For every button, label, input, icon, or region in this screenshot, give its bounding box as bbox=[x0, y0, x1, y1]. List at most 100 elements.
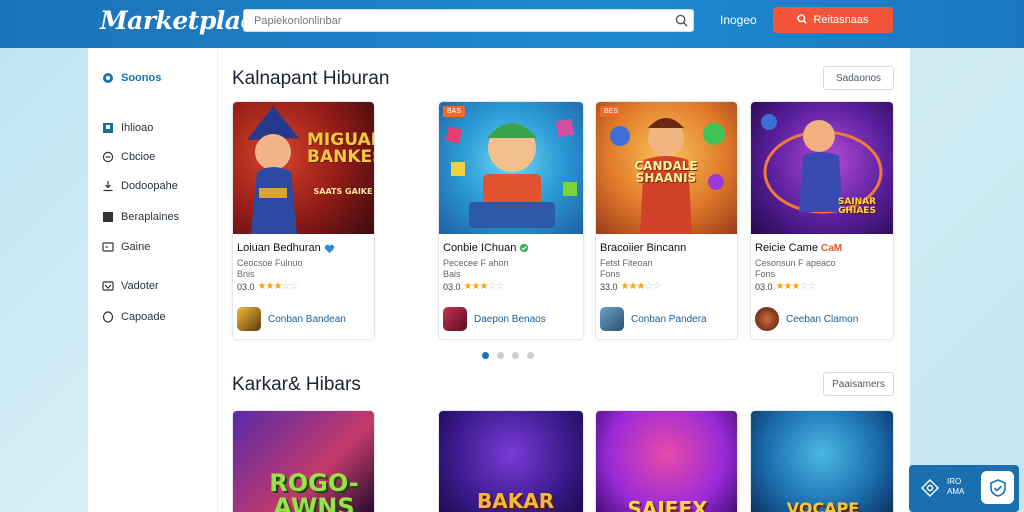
rating-value: 03.0 bbox=[755, 281, 773, 292]
card-subtitle: Ceocsoe Fulnuo bbox=[237, 258, 303, 268]
thumbnail-title: VOCAPE bbox=[786, 499, 860, 512]
section-title: Karkar& Hibars bbox=[232, 374, 361, 395]
star-rating-icon: ★★★☆☆ bbox=[463, 281, 505, 292]
search-icon bbox=[797, 13, 808, 27]
download-icon bbox=[103, 181, 113, 192]
game-card[interactable]: BAS Conbie IChuan Pececee F ahon Bais 03… bbox=[438, 101, 584, 340]
sidebar-item-beraplaines[interactable]: Beraplaines bbox=[102, 211, 179, 223]
card-tag: Bnis bbox=[237, 269, 255, 279]
search-input[interactable] bbox=[244, 10, 669, 31]
game-thumbnail: BES CANDALE SHAANIS bbox=[596, 102, 737, 234]
card-rating: 03.0 ★★★☆☆ bbox=[237, 281, 299, 292]
card-title-row: Reicie Came CaM bbox=[755, 242, 842, 254]
thumbnail-title: SAINAR GHIAES bbox=[837, 197, 877, 216]
carousel-dot[interactable] bbox=[482, 352, 489, 359]
card-rating: 03.0 ★★★☆☆ bbox=[443, 281, 505, 292]
card-subtitle: Cesonsun F apeaco bbox=[755, 258, 836, 268]
star-rating-icon: ★★★☆☆ bbox=[775, 281, 817, 292]
carousel-dot[interactable] bbox=[512, 352, 519, 359]
star-rating-icon: ★★★☆☆ bbox=[620, 281, 662, 292]
new-badge: BES bbox=[600, 106, 623, 117]
game-card[interactable]: BAKAR bbox=[438, 410, 584, 512]
game-card[interactable]: SAINAR GHIAES Reicie Came CaM Cesonsun F… bbox=[750, 101, 894, 340]
thumbnail-title: SAIFEX bbox=[627, 497, 708, 512]
card-rating: 33.0 ★★★☆☆ bbox=[600, 281, 662, 292]
developer-name: Conban Pandera bbox=[631, 313, 707, 325]
sidebar-item-ihlioao[interactable]: Ihlioao bbox=[102, 122, 153, 134]
developer-row[interactable]: Ceeban Clamon bbox=[755, 307, 858, 331]
clock-icon bbox=[102, 151, 114, 163]
developer-row[interactable]: Conban Pandera bbox=[600, 307, 707, 331]
carousel-dot[interactable] bbox=[527, 352, 534, 359]
sidebar-item-label: Soonos bbox=[121, 72, 162, 84]
developer-name: Ceeban Clamon bbox=[786, 313, 859, 325]
game-thumbnail: MIGUAL BANKES SAATS GAIKE bbox=[233, 102, 374, 234]
see-all-button[interactable]: Paaisamers bbox=[823, 372, 894, 396]
see-all-button[interactable]: Sadaonos bbox=[823, 66, 894, 90]
card-title-row: Conbie IChuan bbox=[443, 242, 529, 254]
search-bar[interactable] bbox=[243, 9, 694, 32]
sidebar-item-cbcioe[interactable]: Cbcioe bbox=[102, 151, 155, 163]
sidebar-item-label: Ihlioao bbox=[121, 122, 154, 134]
top-bar: Marketplace Inogeo Reitasnaas bbox=[0, 0, 1024, 48]
section-title: Kalnapant Hiburan bbox=[232, 68, 390, 89]
top-nav-link[interactable]: Inogeo bbox=[720, 13, 757, 27]
star-rating-icon: ★★★☆☆ bbox=[257, 281, 299, 292]
game-card[interactable]: SAIFEX bbox=[595, 410, 738, 512]
gamepad-icon bbox=[102, 242, 114, 252]
circle-dot-icon bbox=[103, 73, 113, 83]
chat-widget[interactable]: IRO AMA bbox=[909, 465, 1019, 512]
game-thumbnail: BAS bbox=[439, 102, 583, 234]
card-tag: Fons bbox=[755, 269, 776, 279]
square-icon bbox=[103, 212, 113, 222]
ring-icon bbox=[102, 311, 114, 323]
developer-row[interactable]: Daepon Benaos bbox=[443, 307, 546, 331]
card-subtitle: Fetst Fiteoan bbox=[600, 258, 653, 268]
rating-value: 03.0 bbox=[443, 281, 461, 292]
thumbnail-title: BAKAR bbox=[477, 489, 555, 512]
cta-label: Reitasnaas bbox=[813, 14, 869, 26]
sidebar-item-label: Beraplaines bbox=[121, 211, 180, 223]
primary-cta-button[interactable]: Reitasnaas bbox=[773, 7, 893, 33]
character-art bbox=[247, 106, 299, 234]
developer-row[interactable]: Conban Bandean bbox=[237, 307, 346, 331]
verified-icon bbox=[520, 243, 529, 253]
carousel-dot[interactable] bbox=[497, 352, 504, 359]
thumbnail-title: MIGUAL BANKES bbox=[307, 130, 374, 167]
developer-avatar bbox=[237, 307, 261, 331]
game-card[interactable]: BES CANDALE SHAANIS Bracoiier Bincann Fe… bbox=[595, 101, 738, 340]
chat-open-button[interactable] bbox=[981, 471, 1014, 504]
sidebar-item-vadoter[interactable]: Vadoter bbox=[102, 280, 159, 292]
card-title-row: Bracoiier Bincann bbox=[600, 242, 686, 254]
card-tag: Fons bbox=[600, 269, 621, 279]
carousel-dots bbox=[482, 352, 534, 359]
sidebar-item-gaine[interactable]: Gaine bbox=[102, 241, 150, 253]
sidebar-item-dodoopahe[interactable]: Dodoopahe bbox=[102, 180, 178, 192]
card-subtitle: Pececee F ahon bbox=[443, 258, 509, 268]
verified-icon bbox=[324, 244, 334, 253]
card-title: Bracoiier Bincann bbox=[600, 242, 687, 254]
chat-label-bottom: AMA bbox=[947, 486, 965, 496]
sidebar-item-label: Vadoter bbox=[121, 280, 159, 292]
developer-avatar bbox=[600, 307, 624, 331]
developer-avatar bbox=[755, 307, 779, 331]
shield-check-icon bbox=[989, 478, 1006, 497]
card-title: Conbie IChuan bbox=[443, 242, 517, 254]
wallet-icon bbox=[102, 281, 114, 291]
sidebar-item-capoade[interactable]: Capoade bbox=[102, 311, 166, 323]
game-card[interactable]: ROGO-AWNS bbox=[232, 410, 375, 512]
thumbnail-title: CANDALE SHAANIS bbox=[634, 159, 698, 185]
chat-label-top: IRO bbox=[947, 477, 962, 486]
sidebar-item-label: Dodoopahe bbox=[121, 180, 178, 192]
sidebar-item-soonos[interactable]: Soonos bbox=[102, 72, 161, 84]
new-badge: BAS bbox=[443, 106, 466, 117]
developer-name: Conban Bandean bbox=[268, 313, 346, 325]
game-card[interactable]: MIGUAL BANKES SAATS GAIKE Loiuan Bedhura… bbox=[232, 101, 375, 340]
thumbnail-title: ROGO-AWNS bbox=[269, 469, 359, 512]
search-icon[interactable] bbox=[669, 10, 693, 31]
card-title: Loiuan Bedhuran bbox=[237, 242, 321, 254]
card-rating: 03.0 ★★★☆☆ bbox=[755, 281, 817, 292]
chat-label: IRO AMA bbox=[947, 477, 964, 496]
card-title: Reicie Came bbox=[755, 242, 818, 254]
game-card[interactable]: VOCAPE bbox=[750, 410, 894, 512]
